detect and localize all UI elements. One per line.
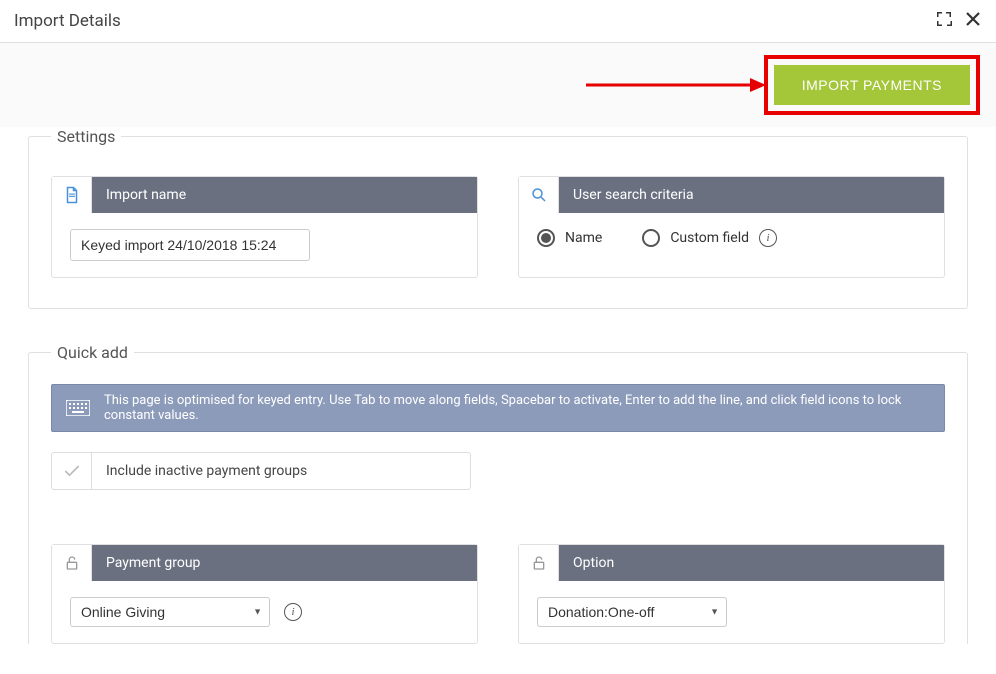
radio-label: Custom field (670, 230, 749, 246)
panel-title: Payment group (92, 545, 477, 581)
panel-header: User search criteria (519, 177, 944, 213)
payment-group-panel: Payment group Online Giving ▼ i (51, 544, 478, 644)
panel-title: Import name (92, 177, 477, 213)
action-bar: IMPORT PAYMENTS (0, 43, 996, 127)
check-icon (52, 453, 92, 489)
quickadd-section: Quick add This page is optimised for key… (28, 343, 968, 644)
info-icon[interactable]: i (759, 229, 777, 247)
hint-bar: This page is optimised for keyed entry. … (51, 384, 945, 432)
dialog-header: Import Details (0, 0, 996, 43)
lock-open-icon[interactable] (52, 545, 92, 581)
file-icon (52, 177, 92, 213)
checkbox-label: Include inactive payment groups (92, 453, 470, 489)
panel-title: User search criteria (559, 177, 944, 213)
annotation-arrow (586, 75, 766, 95)
info-icon[interactable]: i (284, 603, 302, 621)
panel-header: Option (519, 545, 944, 581)
panel-title: Option (559, 545, 944, 581)
search-icon (519, 177, 559, 213)
panel-header: Import name (52, 177, 477, 213)
settings-section: Settings Import name (28, 127, 968, 309)
import-name-input[interactable] (70, 229, 310, 261)
page-title: Import Details (14, 11, 121, 31)
keyboard-icon (66, 400, 90, 416)
radio-icon (642, 229, 660, 247)
lock-open-icon[interactable] (519, 545, 559, 581)
user-search-panel: User search criteria Name Custom field i (518, 176, 945, 278)
close-icon[interactable] (964, 10, 982, 32)
import-payments-button[interactable]: IMPORT PAYMENTS (774, 65, 970, 105)
radio-icon (537, 229, 555, 247)
settings-legend: Settings (51, 127, 121, 146)
quickadd-legend: Quick add (51, 343, 134, 362)
radio-label: Name (565, 230, 602, 246)
option-panel: Option Donation:One-off ▼ (518, 544, 945, 644)
option-select[interactable]: Donation:One-off (537, 597, 727, 627)
panel-header: Payment group (52, 545, 477, 581)
import-name-panel: Import name (51, 176, 478, 278)
fullscreen-icon[interactable] (936, 11, 952, 31)
header-actions (936, 10, 982, 32)
annotation-highlight: IMPORT PAYMENTS (764, 55, 980, 115)
payment-group-select[interactable]: Online Giving (70, 597, 270, 627)
radio-custom-field[interactable]: Custom field i (642, 229, 777, 247)
radio-name[interactable]: Name (537, 229, 602, 247)
hint-text: This page is optimised for keyed entry. … (104, 393, 930, 423)
include-inactive-checkbox[interactable]: Include inactive payment groups (51, 452, 471, 490)
